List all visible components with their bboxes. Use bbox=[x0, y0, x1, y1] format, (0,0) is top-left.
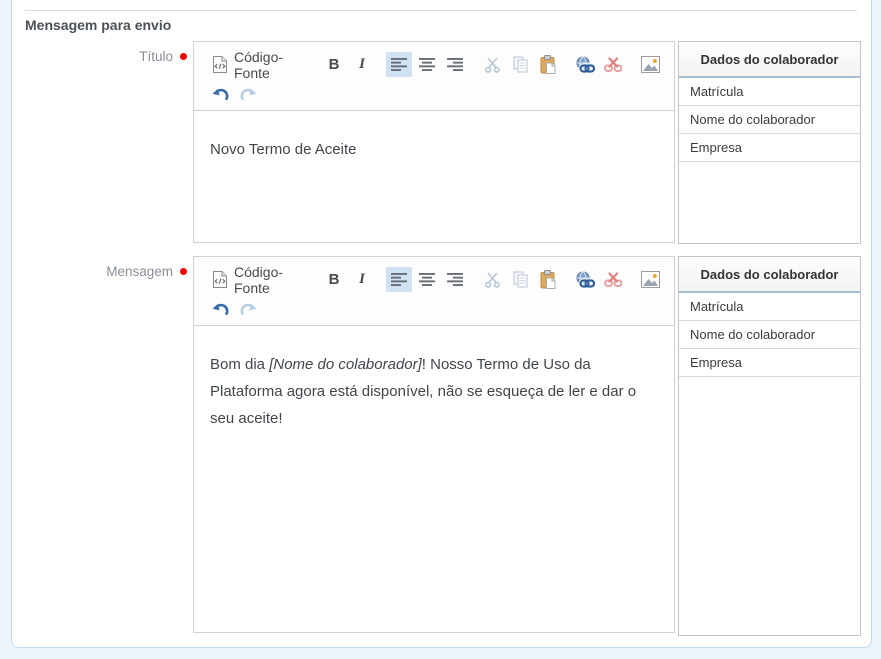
panel-empty-area bbox=[679, 162, 860, 243]
panel-row-nome[interactable]: Nome do colaborador bbox=[679, 106, 860, 134]
unlink-icon bbox=[604, 57, 622, 73]
mensagem-label-cell: Mensagem bbox=[25, 261, 193, 281]
panel-row-empresa[interactable]: Empresa bbox=[679, 349, 860, 377]
collaborator-data-panel: Dados do colaborador Matrícula Nome do c… bbox=[678, 41, 861, 244]
align-left-icon bbox=[391, 273, 408, 286]
unlink-button[interactable] bbox=[600, 267, 626, 292]
copy-icon bbox=[513, 271, 528, 288]
mensagem-text-prefix: Bom dia bbox=[210, 356, 269, 373]
form-row-titulo: Título Código-Fonte B I bbox=[25, 41, 871, 244]
mensagem-editor-content[interactable]: Bom dia [Nome do colaborador]! Nosso Ter… bbox=[194, 326, 674, 632]
paste-button[interactable] bbox=[535, 267, 561, 292]
align-center-button[interactable] bbox=[414, 267, 440, 292]
link-icon bbox=[575, 56, 595, 73]
section-divider bbox=[25, 10, 857, 11]
cut-icon bbox=[484, 272, 501, 288]
toolbar-row-1: Código-Fonte B I bbox=[206, 48, 664, 81]
panel-row-nome[interactable]: Nome do colaborador bbox=[679, 321, 860, 349]
undo-icon bbox=[211, 302, 230, 317]
panel-empty-area bbox=[679, 377, 860, 635]
collaborator-data-panel: Dados do colaborador Matrícula Nome do c… bbox=[678, 256, 861, 636]
bold-icon: B bbox=[329, 56, 340, 73]
panel-row-matricula[interactable]: Matrícula bbox=[679, 293, 860, 321]
redo-icon bbox=[239, 87, 258, 102]
bold-icon: B bbox=[329, 271, 340, 288]
image-icon bbox=[641, 56, 660, 73]
mensagem-richtext-editor: Código-Fonte B I bbox=[193, 256, 675, 633]
toolbar-row-2 bbox=[206, 296, 664, 323]
align-left-button[interactable] bbox=[386, 52, 412, 77]
titulo-richtext-editor: Código-Fonte B I bbox=[193, 41, 675, 243]
unlink-icon bbox=[604, 272, 622, 288]
mensagem-editor-toolbar: Código-Fonte B I bbox=[194, 257, 674, 326]
image-button[interactable] bbox=[637, 267, 663, 292]
redo-icon bbox=[239, 302, 258, 317]
link-icon bbox=[575, 271, 595, 288]
align-right-icon bbox=[447, 273, 464, 286]
italic-icon: I bbox=[359, 271, 365, 288]
align-right-button[interactable] bbox=[442, 267, 468, 292]
bold-button[interactable]: B bbox=[321, 52, 347, 77]
paste-icon bbox=[540, 270, 556, 289]
italic-icon: I bbox=[359, 56, 365, 73]
source-code-label: Código-Fonte bbox=[234, 264, 306, 296]
titulo-field-label: Título bbox=[139, 49, 173, 64]
toolbar-row-2 bbox=[206, 81, 664, 108]
form-card: Mensagem para envio Título Código-Fonte … bbox=[11, 0, 872, 648]
mensagem-field-label: Mensagem bbox=[106, 264, 173, 279]
align-left-button[interactable] bbox=[386, 267, 412, 292]
image-button[interactable] bbox=[637, 52, 663, 77]
toolbar-row-1: Código-Fonte B I bbox=[206, 263, 664, 296]
collaborator-panel-header: Dados do colaborador bbox=[679, 257, 860, 293]
mensagem-text-italic: [Nome do colaborador] bbox=[269, 356, 422, 373]
source-code-icon bbox=[211, 270, 229, 289]
undo-button[interactable] bbox=[207, 297, 233, 322]
redo-button[interactable] bbox=[235, 82, 261, 107]
align-right-icon bbox=[447, 58, 464, 71]
source-code-icon bbox=[211, 55, 229, 74]
paste-icon bbox=[540, 55, 556, 74]
undo-icon bbox=[211, 87, 230, 102]
align-center-icon bbox=[419, 273, 436, 286]
panel-row-matricula[interactable]: Matrícula bbox=[679, 78, 860, 106]
align-left-icon bbox=[391, 58, 408, 71]
italic-button[interactable]: I bbox=[349, 52, 375, 77]
titulo-editor-content[interactable]: Novo Termo de Aceite bbox=[194, 111, 674, 242]
paste-button[interactable] bbox=[535, 52, 561, 77]
titulo-label-cell: Título bbox=[25, 46, 193, 66]
section-title: Mensagem para envio bbox=[25, 16, 871, 34]
required-indicator bbox=[180, 53, 187, 60]
copy-button[interactable] bbox=[507, 267, 533, 292]
source-code-button[interactable]: Código-Fonte bbox=[207, 267, 310, 292]
align-right-button[interactable] bbox=[442, 52, 468, 77]
link-button[interactable] bbox=[572, 52, 598, 77]
collaborator-panel-header: Dados do colaborador bbox=[679, 42, 860, 78]
source-code-button[interactable]: Código-Fonte bbox=[207, 52, 310, 77]
unlink-button[interactable] bbox=[600, 52, 626, 77]
titulo-text-prefix: Novo Termo de Aceite bbox=[210, 141, 356, 158]
titulo-editor-toolbar: Código-Fonte B I bbox=[194, 42, 674, 111]
undo-button[interactable] bbox=[207, 82, 233, 107]
copy-icon bbox=[513, 56, 528, 73]
copy-button[interactable] bbox=[507, 52, 533, 77]
redo-button[interactable] bbox=[235, 297, 261, 322]
source-code-label: Código-Fonte bbox=[234, 49, 306, 81]
required-indicator bbox=[180, 268, 187, 275]
cut-icon bbox=[484, 57, 501, 73]
bold-button[interactable]: B bbox=[321, 267, 347, 292]
align-center-icon bbox=[419, 58, 436, 71]
panel-row-empresa[interactable]: Empresa bbox=[679, 134, 860, 162]
cut-button[interactable] bbox=[479, 52, 505, 77]
italic-button[interactable]: I bbox=[349, 267, 375, 292]
align-center-button[interactable] bbox=[414, 52, 440, 77]
cut-button[interactable] bbox=[479, 267, 505, 292]
link-button[interactable] bbox=[572, 267, 598, 292]
image-icon bbox=[641, 271, 660, 288]
form-row-mensagem: Mensagem Código-Fonte B I bbox=[25, 256, 871, 636]
